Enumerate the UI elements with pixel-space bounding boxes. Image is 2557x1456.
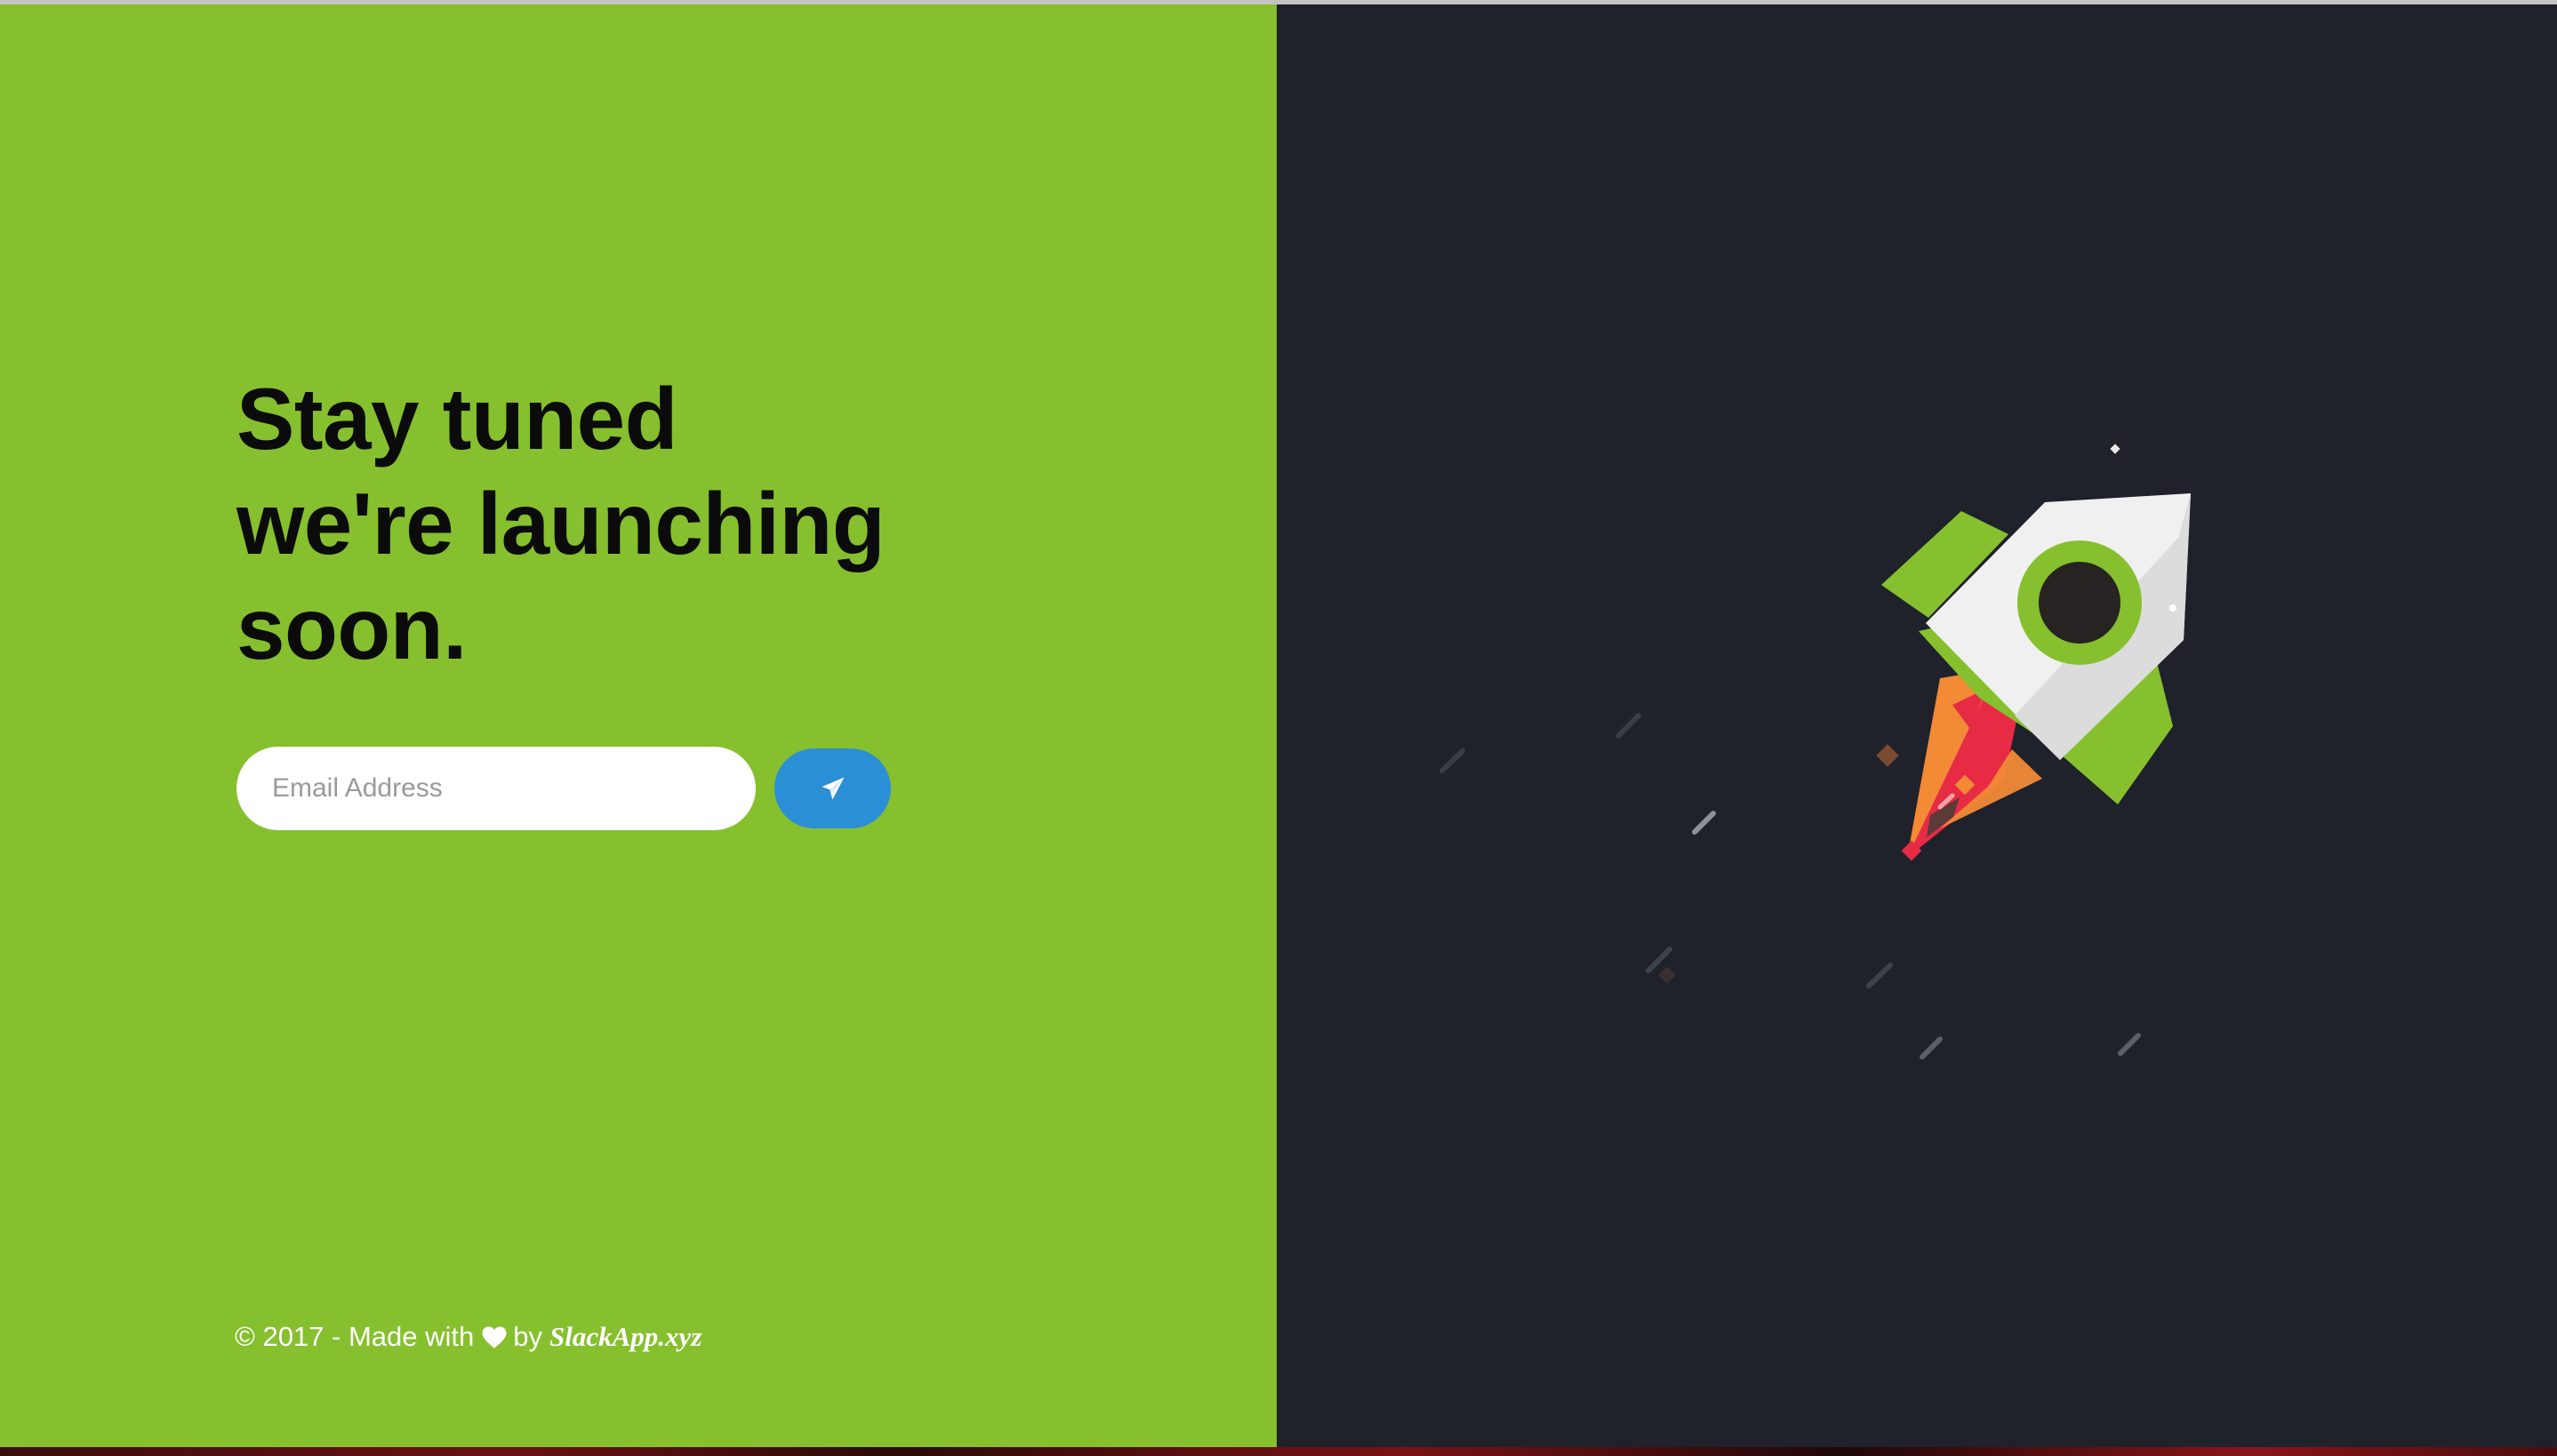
email-input[interactable] xyxy=(236,747,756,830)
headline-line-2: we're launching xyxy=(236,475,886,572)
footer-by: by xyxy=(513,1321,543,1352)
rocket-icon xyxy=(1876,493,2191,861)
footer-brand-link[interactable]: SlackApp.xyz xyxy=(549,1321,701,1353)
heart-icon xyxy=(481,1325,508,1349)
paper-plane-icon xyxy=(820,775,846,802)
rocket-illustration xyxy=(1439,444,2191,1060)
left-panel xyxy=(0,4,1277,1447)
headline: Stay tuned we're launching soon. xyxy=(236,366,1037,681)
headline-line-3: soon. xyxy=(236,580,467,677)
headline-line-1: Stay tuned xyxy=(236,370,677,468)
footer: © 2017 - Made with by SlackApp.xyz xyxy=(235,1321,701,1353)
desktop-background-strip xyxy=(0,1447,2557,1456)
footer-copyright: © 2017 - Made with xyxy=(235,1321,475,1352)
subscribe-button[interactable] xyxy=(774,748,891,828)
